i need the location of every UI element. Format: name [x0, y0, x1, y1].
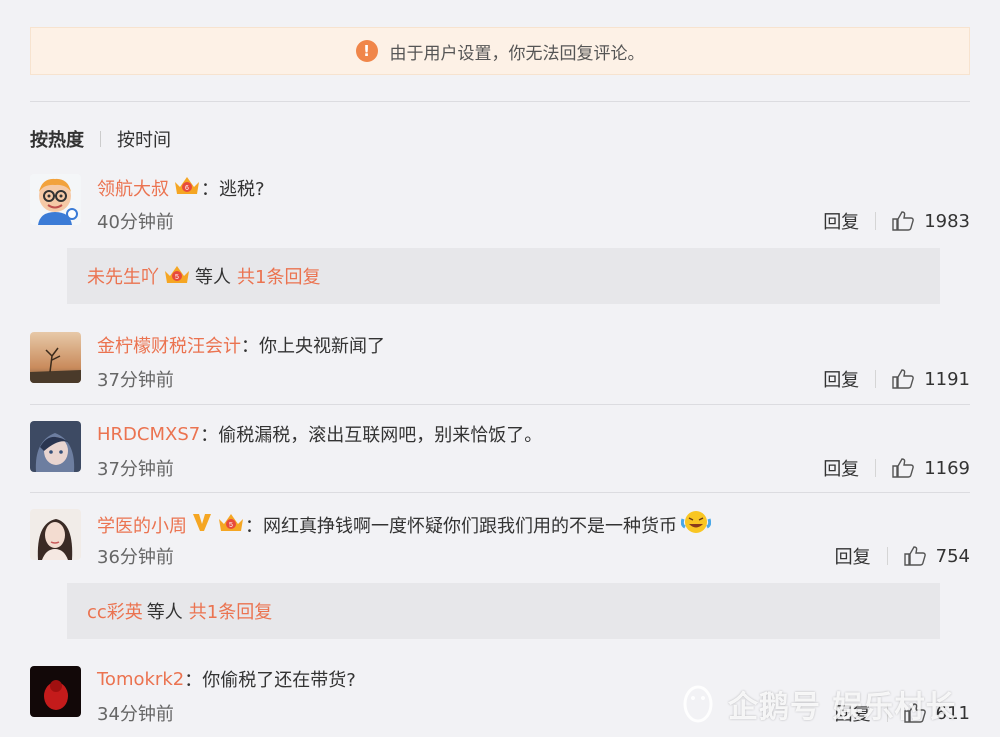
like-count: 1191	[924, 368, 970, 390]
svg-text:5: 5	[175, 274, 179, 281]
action-separator	[875, 370, 877, 388]
comment-text: 你上央视新闻了	[259, 336, 385, 357]
avatar[interactable]	[30, 421, 81, 472]
sub-reply-box[interactable]: cc彩英 等人 共1条回复	[67, 583, 940, 639]
avatar[interactable]	[30, 666, 81, 717]
username[interactable]: HRDCMXS7	[97, 424, 200, 445]
watermark-text: 企鹅号 娱乐村长	[728, 690, 957, 725]
view-replies-link[interactable]: 共1条回复	[189, 598, 272, 624]
like-button[interactable]: 754	[903, 545, 970, 567]
username[interactable]: 学医的小周	[97, 512, 187, 538]
comment-text: 网红真挣钱啊一度怀疑你们跟我们用的不是一种货币	[263, 515, 677, 537]
thumbs-up-icon	[892, 369, 915, 389]
thumbs-up-icon	[892, 211, 915, 231]
reply-button[interactable]: 回复	[835, 543, 871, 569]
reply-button[interactable]: 回复	[823, 208, 859, 234]
svg-text:6: 6	[185, 185, 189, 192]
vip-crown-icon: 5	[217, 511, 245, 538]
reply-disabled-notice: ! 由于用户设置，你无法回复评论。	[30, 27, 970, 75]
thumbs-up-icon	[903, 546, 926, 566]
comment-actions: 回复 1983	[823, 208, 970, 234]
reply-button[interactable]: 回复	[823, 455, 859, 481]
comment-text: 偷税漏税，滚出互联网吧，别来恰饭了。	[218, 425, 543, 446]
avatar[interactable]	[30, 509, 81, 560]
like-count: 1983	[924, 210, 970, 232]
comment-text: 你偷税了还在带货?	[202, 670, 356, 691]
avatar[interactable]	[30, 174, 81, 225]
comment-time: 34分钟前	[97, 704, 174, 725]
action-separator	[875, 459, 877, 477]
comment-actions: 回复 1191	[823, 366, 970, 392]
divider	[30, 101, 970, 102]
comment-time: 37分钟前	[97, 370, 174, 391]
sort-by-hot-tab[interactable]: 按热度	[30, 126, 84, 152]
comment-time: 40分钟前	[97, 212, 174, 233]
comment-time: 37分钟前	[97, 459, 174, 480]
like-button[interactable]: 1169	[892, 458, 970, 479]
action-separator	[886, 547, 888, 565]
username[interactable]: Tomokrk2	[97, 669, 184, 690]
like-button[interactable]: 1983	[892, 211, 970, 232]
avatar[interactable]	[30, 332, 81, 383]
svg-text:5: 5	[229, 522, 233, 529]
username[interactable]: 领航大叔	[97, 175, 169, 201]
like-button[interactable]: 1191	[892, 369, 970, 390]
sub-reply-box[interactable]: 未先生吖 5 等人 共1条回复	[67, 248, 940, 304]
penguin-logo-icon	[683, 685, 713, 723]
username[interactable]: 金柠檬财税汪会计	[97, 332, 241, 358]
comment-time: 36分钟前	[97, 547, 174, 568]
comment-actions: 回复 754	[835, 543, 970, 569]
comment-actions: 回复 1169	[823, 455, 970, 481]
divider	[30, 492, 970, 493]
sort-tabs: 按热度 按时间	[30, 126, 171, 152]
action-separator	[875, 212, 877, 230]
view-replies-link[interactable]: 共1条回复	[237, 263, 320, 289]
sub-reply-text: 等人	[195, 267, 231, 288]
vip-crown-icon: 6	[173, 174, 201, 201]
divider	[30, 404, 970, 405]
thumbs-up-icon	[892, 458, 915, 478]
watermark: 企鹅号 娱乐村长	[680, 682, 956, 726]
sort-by-time-tab[interactable]: 按时间	[117, 126, 171, 152]
warning-icon: !	[355, 40, 378, 62]
vip-crown-icon: 5	[163, 263, 191, 290]
verified-v-icon	[191, 511, 213, 538]
sub-reply-user[interactable]: cc彩英	[87, 598, 143, 624]
reply-button[interactable]: 回复	[823, 366, 859, 392]
like-count: 1169	[924, 457, 970, 479]
like-count: 754	[935, 545, 970, 567]
sort-separator	[100, 131, 101, 147]
sub-reply-text: 等人	[146, 602, 183, 623]
comment-text: 逃税?	[219, 178, 265, 200]
laugh-cry-emoji-icon	[680, 509, 712, 540]
sub-reply-user[interactable]: 未先生吖	[87, 263, 159, 289]
notice-text: 由于用户设置，你无法回复评论。	[389, 43, 645, 64]
